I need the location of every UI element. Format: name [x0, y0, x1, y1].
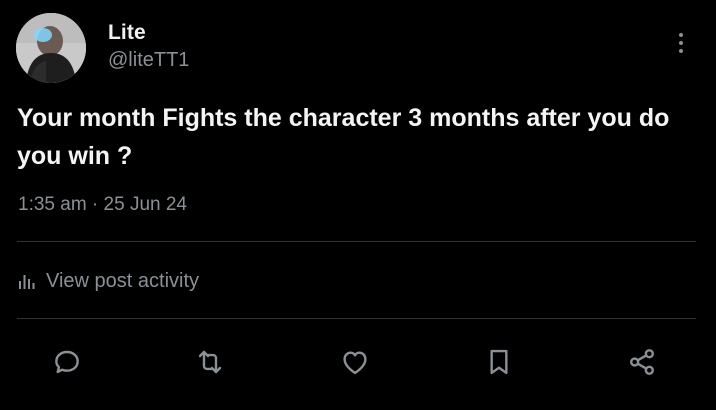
- share-icon: [630, 349, 654, 375]
- more-options-button[interactable]: [664, 26, 698, 60]
- avatar-image: [16, 13, 86, 83]
- divider: [17, 241, 696, 242]
- like-button[interactable]: [333, 340, 377, 384]
- repost-button[interactable]: [188, 340, 232, 384]
- post-timestamp: 1:35 am · 25 Jun 24: [18, 194, 187, 215]
- more-dot: [679, 49, 683, 53]
- post-detail: Lite @liteTT1 Your month Fights the char…: [0, 0, 716, 410]
- reply-button[interactable]: [45, 340, 89, 384]
- post-text: Your month Fights the character 3 months…: [17, 104, 670, 170]
- repost-icon: [198, 350, 222, 374]
- bookmark-icon: [490, 349, 508, 375]
- divider: [17, 318, 696, 319]
- more-dot: [679, 33, 683, 37]
- share-button[interactable]: [620, 340, 664, 384]
- action-bar: [0, 340, 716, 386]
- heart-icon: [343, 351, 367, 375]
- more-dot: [679, 41, 683, 45]
- author-display-name[interactable]: Lite: [108, 21, 146, 45]
- avatar[interactable]: [16, 13, 86, 83]
- bookmark-button[interactable]: [477, 340, 521, 384]
- bar-chart-icon: [19, 275, 35, 289]
- author-handle[interactable]: @liteTT1: [108, 49, 189, 72]
- reply-icon: [55, 350, 79, 374]
- view-post-activity-link[interactable]: View post activity: [18, 266, 199, 296]
- view-post-activity-label: View post activity: [46, 269, 200, 292]
